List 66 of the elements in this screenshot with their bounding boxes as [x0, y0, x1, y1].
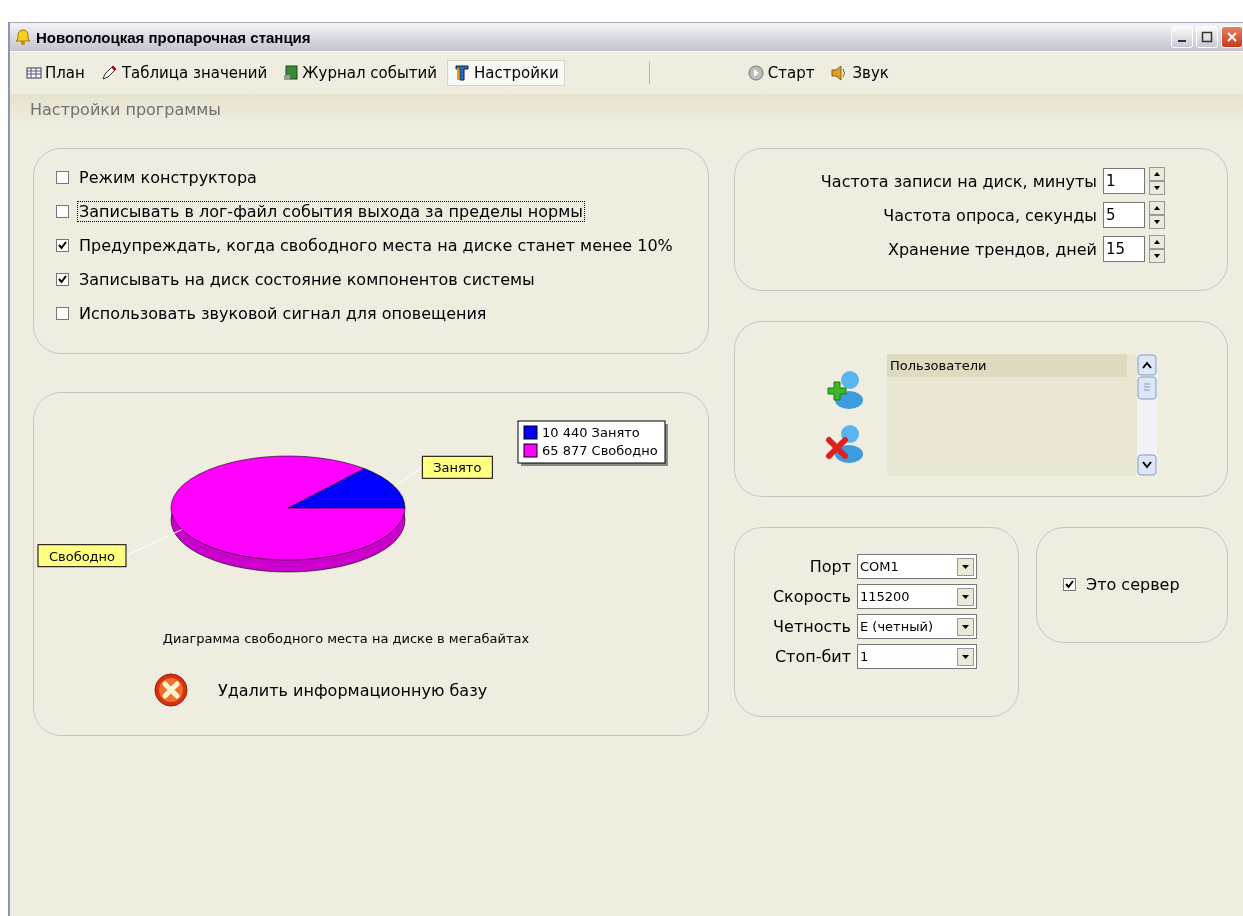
- spin-buttons[interactable]: [1149, 201, 1165, 229]
- option-label: Записывать в лог-файл события выхода за пределы нормы: [77, 201, 585, 222]
- maximize-button[interactable]: [1196, 26, 1218, 48]
- toolbar-tab[interactable]: Журнал событий: [277, 60, 444, 86]
- delete-icon: [154, 673, 188, 707]
- number-field[interactable]: 15: [1103, 236, 1145, 262]
- dropdown[interactable]: E (четный): [857, 614, 977, 639]
- caret-icon: [957, 557, 974, 576]
- window-title: Новополоцкая пропарочная станция: [36, 28, 311, 46]
- minimize-icon: [1178, 40, 1186, 42]
- option-label: Режим конструктора: [78, 167, 258, 188]
- checkbox[interactable]: [56, 273, 69, 286]
- field-label: Частота опроса, секунды: [883, 205, 1097, 225]
- toolbar-tab[interactable]: План: [20, 60, 91, 86]
- option-label: Предупреждать, когда свободного места на диске станет менее 10%: [78, 235, 674, 256]
- option-label: Использовать звуковой сигнал для оповещения: [78, 303, 488, 324]
- toolbar-tab[interactable]: Таблица значений: [94, 60, 274, 86]
- dropdown[interactable]: COM1: [857, 554, 977, 579]
- list-item[interactable]: Пользователи: [887, 354, 1127, 377]
- toolbar-tab[interactable]: Настройки: [447, 60, 565, 86]
- field-label: Четность: [773, 617, 851, 636]
- minimize-button[interactable]: [1171, 26, 1193, 48]
- slice-label: Занято: [433, 460, 482, 476]
- checkbox[interactable]: [56, 205, 69, 218]
- chart-caption: Диаграмма свободного места на диске в мегабайтах: [162, 631, 530, 646]
- option-label: Это сервер: [1085, 574, 1181, 595]
- leader-line: [125, 529, 183, 557]
- caret-icon: [957, 647, 974, 666]
- tools-icon: [453, 64, 472, 82]
- field-label: Скорость: [772, 587, 851, 606]
- scrollbar[interactable]: [1137, 354, 1157, 476]
- spin-buttons[interactable]: [1149, 235, 1165, 263]
- spin-buttons[interactable]: [1149, 167, 1165, 195]
- close-button[interactable]: [1221, 26, 1243, 48]
- caret-icon: [957, 587, 974, 606]
- users-list[interactable]: Пользователи: [887, 354, 1137, 476]
- field-label: Частота записи на диск, минуты: [820, 171, 1097, 191]
- dropdown[interactable]: 115200: [857, 584, 977, 609]
- section-title: Настройки программы: [30, 99, 221, 119]
- option-label: Записывать на диск состояние компонентов системы: [78, 269, 536, 290]
- caret-icon: [957, 617, 974, 636]
- field-label: Стоп-бит: [774, 647, 851, 666]
- checkbox[interactable]: [1063, 578, 1076, 591]
- grid-icon: [26, 66, 42, 80]
- dropdown[interactable]: 1: [857, 644, 977, 669]
- toolbar-button[interactable]: Звук: [824, 60, 895, 86]
- bell-icon: [14, 28, 32, 46]
- number-field[interactable]: 1: [1103, 168, 1145, 194]
- chart-legend: 10 440 Занято 65 877 Свободно: [517, 420, 668, 466]
- checkbox[interactable]: [56, 239, 69, 252]
- slice-label: Свободно: [37, 544, 127, 568]
- play-icon: [747, 65, 764, 81]
- field-label: Хранение трендов, дней: [888, 239, 1097, 259]
- checkbox[interactable]: [56, 307, 69, 320]
- slice-label: Свободно: [48, 548, 116, 564]
- pencil-icon: [100, 65, 119, 81]
- toolbar-button[interactable]: Старт: [741, 60, 821, 86]
- number-field[interactable]: 5: [1103, 202, 1145, 228]
- maximize-icon: [1201, 31, 1213, 43]
- delete-database-button[interactable]: Удалить информационную базу: [154, 673, 488, 707]
- slice-label: Занято: [421, 455, 493, 479]
- field-label: Порт: [809, 557, 851, 576]
- checkbox[interactable]: [56, 171, 69, 184]
- leader-line: [393, 466, 423, 487]
- close-icon: [1226, 31, 1238, 43]
- book-icon: [283, 65, 300, 81]
